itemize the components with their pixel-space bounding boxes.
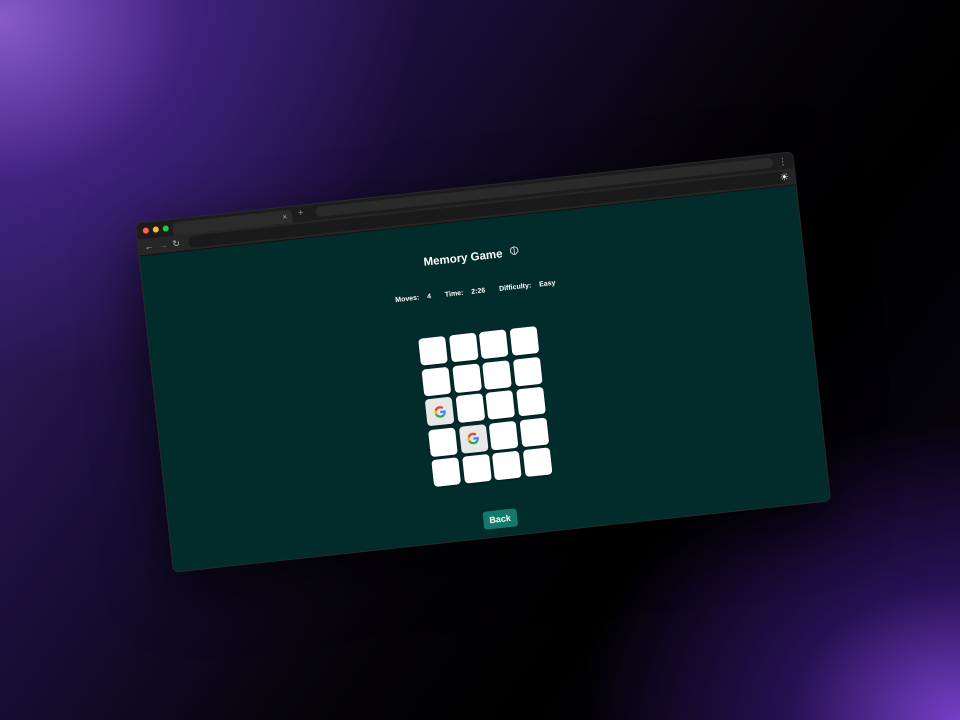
back-button[interactable]: Back [482,508,518,530]
card-hidden[interactable] [515,386,546,417]
maximize-window-button[interactable] [162,225,170,232]
browser-window: × + ⋮ ← → ↻ ☀ Memory Game Moves: 4 Time:… [134,151,832,573]
difficulty-stat: Difficulty: Easy [498,279,556,293]
new-tab-button[interactable]: + [297,208,304,221]
card-hidden[interactable] [455,393,485,424]
brain-icon [509,245,520,259]
card-hidden[interactable] [478,329,509,360]
back-arrow-icon[interactable]: ← [144,238,155,255]
tab-close-icon[interactable]: × [282,210,288,223]
card-hidden[interactable] [482,359,512,390]
browser-menu-icon[interactable]: ⋮ [777,154,788,169]
time-stat: Time: 2:26 [444,287,486,299]
card-hidden[interactable] [522,447,553,478]
card-hidden[interactable] [451,362,482,393]
google-icon [465,431,480,446]
minimize-window-button[interactable] [152,226,160,233]
google-icon [432,404,447,419]
card-hidden[interactable] [461,453,492,484]
card-hidden[interactable] [431,457,462,487]
card-hidden[interactable] [418,335,448,366]
card-hidden[interactable] [488,420,519,451]
card-hidden[interactable] [512,356,543,387]
forward-arrow-icon[interactable]: → [158,236,169,253]
card-hidden[interactable] [421,366,452,397]
title-text: Memory Game [423,248,504,269]
card-revealed[interactable] [458,423,489,454]
card-hidden[interactable] [518,417,549,447]
reload-icon[interactable]: ↻ [172,235,181,252]
card-revealed[interactable] [424,396,455,427]
card-hidden[interactable] [509,326,539,356]
sun-icon[interactable]: ☀ [779,172,789,184]
card-hidden[interactable] [485,390,516,420]
card-hidden[interactable] [448,332,479,363]
card-hidden[interactable] [491,450,522,481]
card-hidden[interactable] [428,426,458,457]
game-stats: Moves: 4 Time: 2:26 Difficulty: Easy [147,253,804,331]
window-controls [142,225,170,234]
moves-stat: Moves: 4 [394,293,432,305]
card-grid [418,326,553,487]
close-window-button[interactable] [142,227,150,234]
